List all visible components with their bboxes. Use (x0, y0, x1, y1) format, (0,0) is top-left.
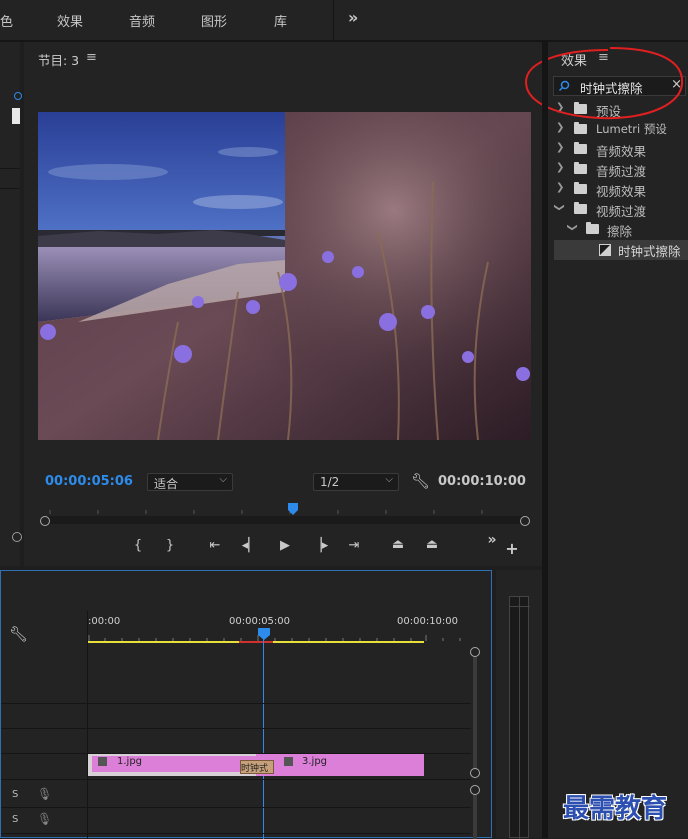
scrubber-ticks (49, 510, 483, 514)
fit-dropdown-label: 适合 (154, 477, 179, 491)
left-panel-edge (0, 42, 22, 566)
ruler-label-10s: 00:00:10:00 (397, 616, 459, 627)
audio-meters-panel (496, 570, 542, 839)
scrubber-playhead[interactable] (287, 502, 299, 516)
chevron-down-icon: ❯ (566, 223, 578, 232)
program-video-frame (38, 112, 531, 440)
render-bar (239, 641, 273, 643)
folder-icon (574, 202, 587, 214)
clip-1[interactable]: 1.jpg (88, 754, 256, 776)
chevron-down-icon: ⌵ (219, 474, 227, 485)
workspace-separator (333, 0, 334, 40)
fit-dropdown[interactable]: 适合 ⌵ (147, 473, 233, 491)
step-back-button[interactable]: ◂▏ (240, 538, 260, 553)
resolution-dropdown[interactable]: 1/2 ⌵ (313, 473, 399, 491)
scrubber-end-handle[interactable] (520, 516, 530, 526)
clip-3-name: 3.jpg (302, 756, 328, 767)
go-to-out-button[interactable]: ⇥ (344, 538, 364, 553)
clip-3[interactable]: 3.jpg (256, 754, 424, 776)
folder-icon (574, 182, 587, 194)
folder-icon (574, 162, 587, 174)
timeline-playhead-icon[interactable] (257, 627, 271, 641)
chevron-right-icon: ❯ (556, 142, 565, 153)
timeline-scrollbar-lower[interactable] (470, 785, 480, 839)
mark-in-button[interactable]: { (128, 538, 148, 553)
workspace-tab-libraries[interactable]: 库 (274, 11, 287, 30)
step-forward-button[interactable]: ▕▸ (310, 538, 330, 553)
wrench-icon[interactable]: 🔧︎ (411, 472, 430, 490)
effects-tree-audio-effects[interactable]: ❯ 音频效果 (548, 140, 688, 160)
ruler-label-start: :00:00 (88, 616, 121, 627)
solo-toggle-a2[interactable]: S (12, 814, 18, 825)
left-panel-indicator-icon (14, 92, 22, 100)
workspace-overflow-icon[interactable]: » (348, 8, 358, 27)
chevron-right-icon: ❯ (556, 182, 565, 193)
watermark-logo: 最需教育 (563, 794, 668, 824)
program-scrubber[interactable] (45, 516, 525, 524)
timeline-panel: 🔧︎ :00:00 00:00:05:00 00:00:10:00 1.jpg … (0, 570, 492, 839)
transition-clock-wipe[interactable]: 时钟式 (240, 760, 274, 774)
clip-1-name: 1.jpg (117, 756, 143, 767)
effects-tree-video-transitions[interactable]: ❯ 视频过渡 (548, 200, 688, 220)
transition-label: 时钟式 (241, 764, 269, 774)
effects-tree-audio-transitions[interactable]: ❯ 音频过渡 (548, 160, 688, 180)
solo-toggle-a1[interactable]: S (12, 789, 18, 800)
fx-badge-icon (284, 757, 293, 766)
duration-timecode: 00:00:10:00 (438, 474, 526, 489)
video-frame-image (38, 112, 531, 440)
left-panel-swatch (12, 108, 20, 124)
effects-tree-video-effects[interactable]: ❯ 视频效果 (548, 180, 688, 200)
fx-badge-icon (98, 757, 107, 766)
audio-meter (509, 596, 530, 839)
play-button[interactable]: ▶ (275, 538, 295, 553)
chevron-right-icon: ❯ (556, 162, 565, 173)
program-title[interactable]: 节目: 3 (38, 50, 79, 69)
lift-button[interactable]: ⏏︎ (388, 537, 408, 552)
current-timecode[interactable]: 00:00:05:06 (45, 474, 133, 489)
workspace-tab-audio[interactable]: 音频 (129, 11, 155, 30)
button-editor-overflow-icon[interactable]: » (482, 532, 502, 548)
effects-panel: 效果 ≡ 时钟式擦除 × ❯ 预设 ❯ Lumetri 预设 ❯ 音频效果 ❯ … (524, 42, 688, 838)
ruler-label-5s: 00:00:05:00 (229, 616, 291, 627)
left-panel-scroll-handle[interactable] (12, 532, 22, 542)
transition-effect-icon (599, 244, 611, 256)
effects-tree-clock-wipe[interactable]: 时钟式擦除 (554, 240, 688, 260)
workspace-tab-color[interactable]: 色 (0, 11, 13, 30)
timeline-scrollbar-upper[interactable] (470, 647, 480, 778)
mark-out-button[interactable]: } (160, 538, 180, 553)
preset-folder-icon (574, 122, 587, 134)
folder-icon (586, 222, 599, 234)
workspace-bar: 色 效果 音频 图形 库 » (0, 0, 688, 42)
microphone-icon[interactable]: 🎙︎ (37, 812, 52, 826)
timeline-settings-wrench-icon[interactable]: 🔧︎ (9, 625, 28, 643)
chevron-down-icon: ⌵ (385, 474, 393, 485)
effects-tree-wipe[interactable]: ❯ 擦除 (548, 220, 688, 240)
chevron-down-icon: ❯ (553, 203, 565, 212)
go-to-in-button[interactable]: ⇤ (205, 538, 225, 553)
extract-button[interactable]: ⏏︎ (422, 537, 442, 552)
resolution-dropdown-label: 1/2 (320, 475, 340, 489)
workspace-tab-effects[interactable]: 效果 (57, 11, 83, 30)
scrubber-start-handle[interactable] (40, 516, 50, 526)
workspace-tab-graphics[interactable]: 图形 (201, 11, 227, 30)
add-button[interactable]: + (502, 539, 522, 558)
folder-icon (574, 142, 587, 154)
timeline-playhead-line (263, 639, 264, 839)
microphone-icon[interactable]: 🎙︎ (37, 787, 52, 801)
program-menu-icon[interactable]: ≡ (86, 50, 97, 65)
